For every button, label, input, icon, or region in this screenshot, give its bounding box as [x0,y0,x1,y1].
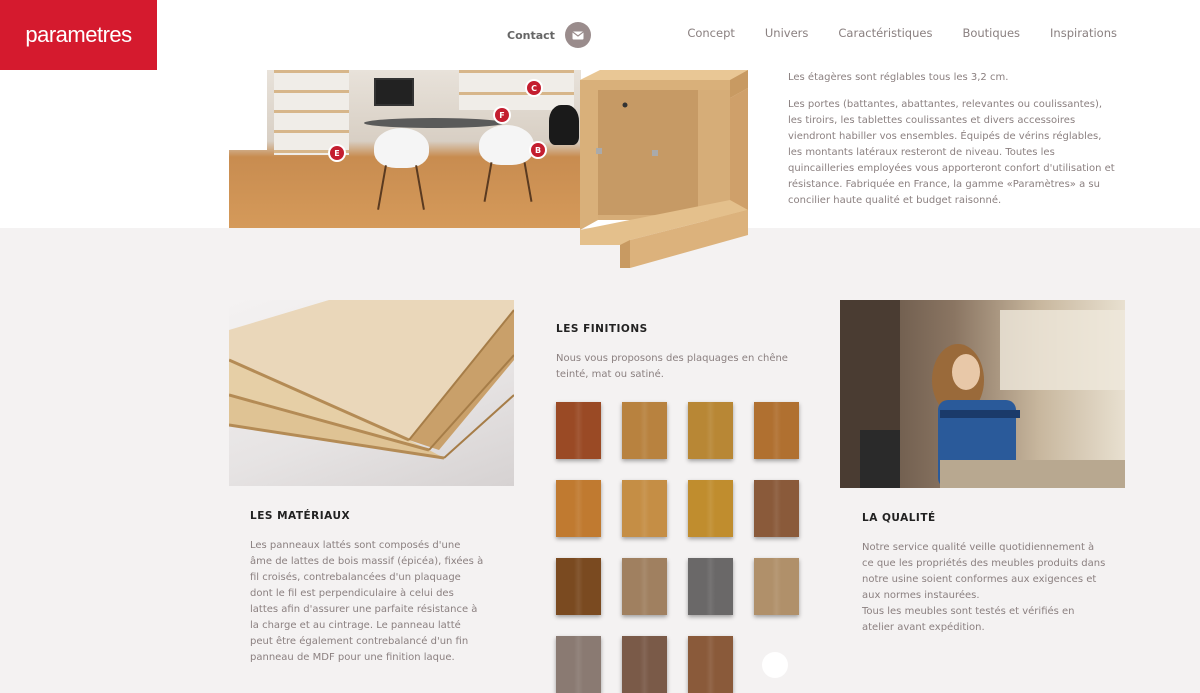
mail-icon[interactable] [564,22,591,48]
finish-swatch[interactable] [556,480,601,537]
quality-photo [840,300,1125,488]
contact-label[interactable]: Contact [507,29,555,42]
shelf-adjust-text: Les étagères sont réglables tous les 3,2… [788,72,1009,83]
finish-swatch[interactable] [688,558,733,615]
finish-swatch[interactable] [688,636,733,693]
top-description: Les étagères sont réglables tous les 3,2… [788,70,1118,220]
brand-logo[interactable]: parametres [0,0,157,70]
nav-item-boutiques[interactable]: Boutiques [962,26,1020,40]
finish-swatch[interactable] [754,402,799,459]
quality-text-2: Tous les meubles sont testés et vérifiés… [862,606,1075,633]
materials-photo [229,300,514,486]
nav-item-concept[interactable]: Concept [687,26,735,40]
hotspot-marker-e[interactable]: E [328,144,346,162]
contact-link[interactable]: Contact [507,22,591,48]
finish-swatch[interactable] [622,636,667,693]
cabinet-illustration [580,70,748,268]
main-nav: Concept Univers Caractéristiques Boutiqu… [687,26,1117,40]
nav-item-caracteristiques[interactable]: Caractéristiques [838,26,932,40]
finish-swatch[interactable] [622,402,667,459]
materials-text: Les panneaux lattés sont composés d'une … [250,540,484,663]
finishes-text: Nous vous proposons des plaquages en chê… [556,353,788,380]
finish-swatch[interactable] [754,558,799,615]
hotspot-marker-b[interactable]: B [529,141,547,159]
finish-swatch[interactable] [754,480,799,537]
finish-swatch[interactable] [688,480,733,537]
finish-swatch[interactable] [622,558,667,615]
nav-item-univers[interactable]: Univers [765,26,809,40]
finish-swatch[interactable] [556,402,601,459]
finish-swatch[interactable] [622,480,667,537]
finishes-title: LES FINITIONS [556,323,648,335]
finish-swatch[interactable] [556,558,601,615]
hotspot-marker-f[interactable]: F [493,106,511,124]
finish-swatch-grid [556,402,799,693]
quality-text: Notre service qualité veille quotidienne… [862,542,1106,601]
materials-title: LES MATÉRIAUX [250,510,351,522]
finish-swatch[interactable] [688,402,733,459]
features-text: Les portes (battantes, abattantes, relev… [788,99,1115,206]
scroll-button[interactable] [762,652,788,678]
hotspot-marker-c[interactable]: C [525,79,543,97]
quality-title: LA QUALITÉ [862,512,936,524]
room-photo: C F E B [229,70,581,228]
site-header: parametres Contact Concept Univers Carac… [0,0,1200,70]
finish-swatch[interactable] [556,636,601,693]
nav-item-inspirations[interactable]: Inspirations [1050,26,1117,40]
